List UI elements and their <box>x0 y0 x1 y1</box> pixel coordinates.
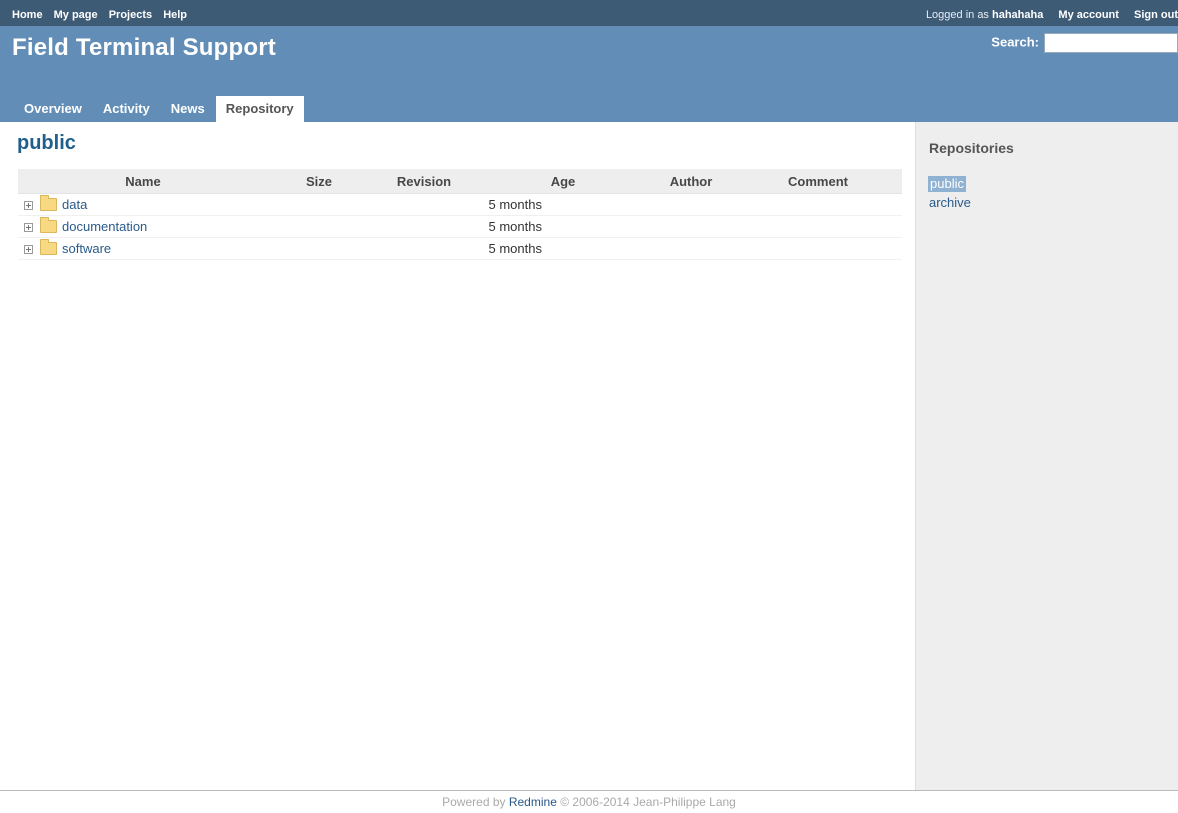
entry-author <box>648 193 734 216</box>
entry-revision <box>370 237 478 260</box>
entry-size <box>268 237 370 260</box>
folder-icon <box>40 216 57 233</box>
repository-link-public[interactable]: public <box>928 176 966 192</box>
help-link[interactable]: Help <box>163 9 187 21</box>
entry-name-cell: data <box>18 193 268 216</box>
entry-author <box>648 237 734 260</box>
tab-overview[interactable]: Overview <box>14 96 92 122</box>
search-area: Search: <box>991 33 1178 53</box>
entry-comment <box>734 193 902 216</box>
column-size[interactable]: Size <box>268 169 370 194</box>
folder-icon <box>40 238 57 255</box>
entry-name-cell: software <box>18 237 268 260</box>
sign-out-link[interactable]: Sign out <box>1134 9 1178 21</box>
main-menu: Overview Activity News Repository <box>14 96 305 122</box>
repository-link-archive[interactable]: archive <box>929 193 971 212</box>
search-label: Search: <box>991 34 1039 50</box>
footer: Powered by Redmine © 2006-2014 Jean-Phil… <box>0 790 1178 811</box>
header: Field Terminal Support Search: Overview A… <box>0 26 1178 122</box>
column-comment[interactable]: Comment <box>734 169 902 194</box>
sidebar-heading: Repositories <box>929 140 1014 156</box>
expand-icon[interactable] <box>24 200 33 210</box>
page-title: public <box>17 132 76 154</box>
top-menu: Home My page Projects Help Logged in as … <box>0 0 1178 26</box>
entry-comment <box>734 237 902 260</box>
logged-in-username: hahahaha <box>992 9 1044 21</box>
entry-age: 5 months <box>478 215 648 238</box>
column-name[interactable]: Name <box>18 169 268 194</box>
entry-size <box>268 215 370 238</box>
table-header-row: Name Size Revision Age Author Comment <box>18 169 902 194</box>
redmine-link[interactable]: Redmine <box>509 795 557 809</box>
entry-link[interactable]: software <box>62 242 111 257</box>
column-revision[interactable]: Revision <box>370 169 478 194</box>
expand-icon[interactable] <box>24 222 33 232</box>
repository-list: public archive <box>928 174 971 212</box>
table-row: software 5 months <box>18 237 902 260</box>
home-link[interactable]: Home <box>12 9 43 21</box>
tab-activity[interactable]: Activity <box>93 96 160 122</box>
entry-link[interactable]: documentation <box>62 220 147 235</box>
main-content: public Name Size Revision Age Author Com… <box>0 122 915 790</box>
entry-revision <box>370 215 478 238</box>
projects-link[interactable]: Projects <box>109 9 152 21</box>
column-age[interactable]: Age <box>478 169 648 194</box>
account-links: Logged in as hahahaha My account Sign ou… <box>926 0 1178 26</box>
expand-icon[interactable] <box>24 244 33 254</box>
my-account-link[interactable]: My account <box>1058 9 1119 21</box>
column-author[interactable]: Author <box>648 169 734 194</box>
logged-in-label: Logged in as <box>925 9 989 21</box>
footer-prefix: Powered by <box>442 795 506 809</box>
sidebar: Repositories public archive <box>915 122 1178 790</box>
tab-repository[interactable]: Repository <box>215 96 304 122</box>
table-row: data 5 months <box>18 193 902 216</box>
entry-link[interactable]: data <box>62 198 87 213</box>
entry-age: 5 months <box>478 193 648 216</box>
search-input[interactable] <box>1044 33 1178 53</box>
entry-age: 5 months <box>478 237 648 260</box>
entry-name-cell: documentation <box>18 215 268 238</box>
entry-author <box>648 215 734 238</box>
top-menu-links: Home My page Projects Help <box>12 0 195 26</box>
folder-icon <box>40 194 57 211</box>
entry-size <box>268 193 370 216</box>
my-page-link[interactable]: My page <box>54 9 98 21</box>
repository-entries-table: Name Size Revision Age Author Comment da… <box>18 169 902 260</box>
tab-news[interactable]: News <box>161 96 215 122</box>
table-row: documentation 5 months <box>18 215 902 238</box>
project-title: Field Terminal Support <box>12 34 276 61</box>
entry-revision <box>370 193 478 216</box>
footer-copyright: © 2006-2014 Jean-Philippe Lang <box>560 795 736 809</box>
entry-comment <box>734 215 902 238</box>
